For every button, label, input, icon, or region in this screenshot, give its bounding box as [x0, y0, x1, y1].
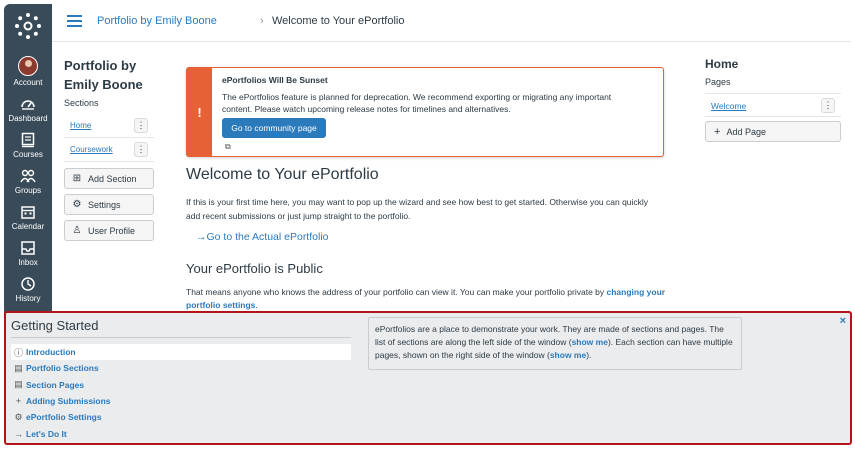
plus-icon: + — [714, 125, 721, 138]
getting-started-panel: Getting Started ⓘ Introduction ▤ Portfolio… — [4, 311, 852, 445]
arrow-right-icon: → — [196, 231, 207, 243]
add-section-button[interactable]: ⊞ Add Section — [64, 168, 154, 189]
step-lets-do-it[interactable]: → Let's Do It — [11, 425, 351, 441]
nav-account[interactable]: Account — [4, 56, 52, 87]
alert-title: ePortfolios Will Be Sunset — [222, 75, 328, 85]
nav-history[interactable]: History — [4, 276, 52, 303]
nav-groups[interactable]: Groups — [4, 168, 52, 195]
calendar-icon — [21, 206, 35, 219]
groups-icon — [20, 169, 36, 183]
nav-inbox[interactable]: Inbox — [4, 240, 52, 267]
top-bar: Portfolio by Emily Boone › Welcome to Yo… — [52, 4, 851, 42]
close-icon[interactable]: × — [840, 315, 846, 327]
nav-inbox-label: Inbox — [18, 258, 38, 267]
nav-groups-label: Groups — [14, 186, 42, 195]
section-options-icon[interactable]: ⋮ — [134, 118, 148, 133]
courses-icon — [21, 132, 35, 148]
alert-body: The ePortfolios feature is planned for d… — [222, 92, 612, 114]
section-options-icon[interactable]: ⋮ — [134, 142, 148, 157]
actual-eportfolio-link[interactable]: →Go to the Actual ePortfolio — [196, 231, 329, 243]
section-link-coursework[interactable]: Coursework — [70, 145, 113, 154]
public-text: That means anyone who knows the address … — [186, 286, 666, 312]
getting-started-steps: ⓘ Introduction ▤ Portfolio Sections ▤ Secti… — [11, 344, 351, 442]
external-link-icon: ⧉ — [225, 142, 231, 151]
step-introduction[interactable]: ⓘ Introduction — [11, 344, 351, 361]
pages-label: Pages — [705, 77, 731, 87]
actual-eportfolio-label: Go to the Actual ePortfolio — [206, 231, 329, 243]
step-description: ePortfolios are a place to demonstrate y… — [368, 317, 742, 370]
page-options-icon[interactable]: ⋮ — [821, 98, 835, 113]
history-icon — [21, 277, 35, 291]
page-title: Welcome to Your ePortfolio — [186, 166, 379, 183]
sunset-alert: ! ePortfolios Will Be Sunset The ePortfo… — [186, 67, 664, 157]
step-text-3: ). — [586, 350, 592, 360]
public-heading: Your ePortfolio is Public — [186, 261, 323, 276]
plus-icon: + — [15, 396, 22, 407]
step-label: Introduction — [26, 347, 76, 358]
step-section-pages[interactable]: ▤ Section Pages — [11, 377, 351, 393]
document-icon: ▤ — [14, 379, 23, 390]
settings-button[interactable]: ⚙ Settings — [64, 194, 154, 215]
dashboard-icon — [21, 100, 35, 110]
canvas-logo-icon[interactable] — [14, 12, 42, 40]
getting-started-title: Getting Started — [11, 318, 99, 333]
section-link-home[interactable]: Home — [70, 121, 91, 130]
add-page-button[interactable]: + Add Page — [705, 121, 841, 142]
page-link-welcome[interactable]: Welcome — [711, 101, 746, 111]
breadcrumb-current: Welcome to Your ePortfolio — [272, 15, 405, 27]
hamburger-menu-icon[interactable] — [67, 15, 82, 27]
arrow-right-icon: → — [14, 428, 23, 439]
nav-dashboard[interactable]: Dashboard — [4, 96, 52, 123]
add-section-icon: ⊞ — [72, 173, 82, 184]
add-page-label: Add Page — [726, 126, 766, 137]
page-row-welcome: Welcome ⋮ — [705, 93, 841, 117]
section-row-home: Home ⋮ — [64, 114, 154, 138]
step-label: ePortfolio Settings — [26, 412, 102, 423]
user-icon: ♙ — [72, 225, 82, 236]
step-label: Let's Do It — [26, 428, 67, 439]
step-label: Section Pages — [26, 379, 85, 390]
nav-calendar-label: Calendar — [11, 222, 45, 231]
community-page-button[interactable]: Go to community page — [222, 118, 326, 138]
public-text-body: That means anyone who knows the address … — [186, 287, 607, 297]
inbox-icon — [21, 241, 35, 255]
step-portfolio-sections[interactable]: ▤ Portfolio Sections — [11, 360, 351, 376]
public-text-end: . — [255, 300, 258, 310]
breadcrumb-separator-icon: › — [260, 15, 264, 27]
breadcrumb-portfolio-link[interactable]: Portfolio by Emily Boone — [97, 15, 217, 27]
user-profile-button[interactable]: ♙ User Profile — [64, 220, 154, 241]
nav-courses[interactable]: Courses — [4, 132, 52, 159]
info-icon: ⓘ — [13, 347, 23, 358]
divider — [11, 337, 351, 338]
document-icon: ▤ — [14, 362, 23, 373]
warning-icon: ! — [187, 68, 212, 156]
intro-text: If this is your first time here, you may… — [186, 197, 649, 221]
step-eportfolio-settings[interactable]: ⚙ ePortfolio Settings — [11, 409, 351, 425]
nav-account-label: Account — [13, 78, 43, 87]
pages-sidebar: Home Pages Welcome ⋮ + Add Page — [705, 57, 841, 142]
section-row-coursework: Coursework ⋮ — [64, 138, 154, 162]
step-label: Adding Submissions — [26, 396, 111, 407]
nav-dashboard-label: Dashboard — [8, 114, 48, 123]
step-label: Portfolio Sections — [26, 363, 99, 374]
section-heading: Home — [705, 57, 739, 71]
show-me-pages-link[interactable]: show me — [550, 350, 586, 360]
user-profile-label: User Profile — [88, 225, 136, 236]
sections-label: Sections — [64, 98, 99, 108]
settings-label: Settings — [88, 199, 121, 210]
portfolio-sidebar: Portfolio by Emily Boone Sections Home ⋮… — [64, 56, 154, 241]
step-adding-submissions[interactable]: + Adding Submissions — [11, 393, 351, 409]
portfolio-title: Portfolio by Emily Boone — [64, 58, 143, 92]
nav-calendar[interactable]: Calendar — [4, 204, 52, 231]
gear-icon: ⚙ — [72, 199, 82, 210]
nav-courses-label: Courses — [13, 150, 43, 159]
show-me-sections-link[interactable]: show me — [572, 337, 608, 347]
nav-history-label: History — [15, 294, 41, 303]
gear-icon: ⚙ — [14, 411, 23, 422]
account-avatar — [18, 56, 38, 76]
add-section-label: Add Section — [88, 173, 137, 184]
